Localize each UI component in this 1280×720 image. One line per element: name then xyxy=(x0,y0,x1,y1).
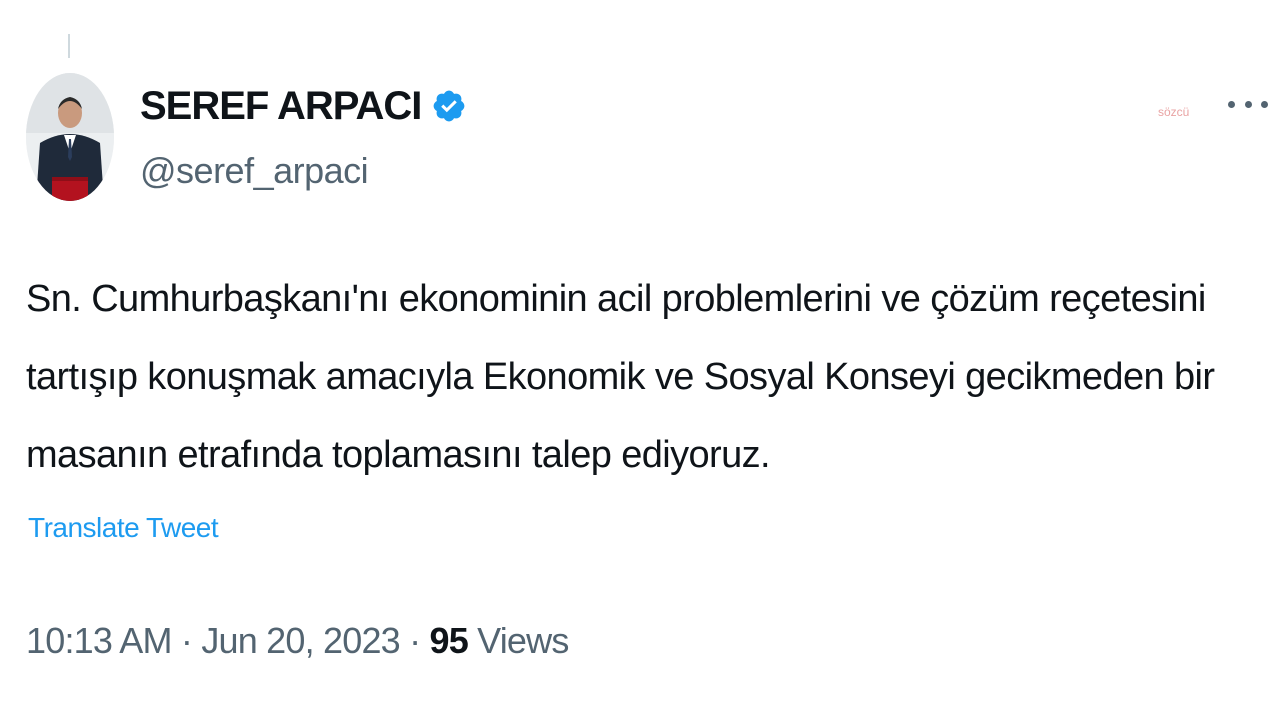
tweet-text-line: tartışıp konuşmak amacıyla Ekonomik ve S… xyxy=(26,356,1215,398)
avatar[interactable] xyxy=(26,73,114,201)
verified-badge-icon xyxy=(431,88,467,124)
dot xyxy=(1244,100,1252,108)
tweet-date[interactable]: Jun 20, 2023 xyxy=(201,620,400,661)
tweet-text: Sn. Cumhurbaşkanı'nı ekonominin acil pro… xyxy=(26,260,1266,494)
dot xyxy=(1228,100,1235,108)
tweet-meta: 10:13 AM · Jun 20, 2023 · 95 Views xyxy=(26,620,569,662)
tweet-text-line: Sn. Cumhurbaşkanı'nı ekonominin acil pro… xyxy=(26,278,1206,320)
views-count: 95 xyxy=(429,620,469,661)
separator: · xyxy=(409,620,421,661)
display-name[interactable]: SEREF ARPACI xyxy=(140,84,422,129)
author-name-row[interactable]: SEREF ARPACI xyxy=(140,80,467,132)
dot xyxy=(1261,100,1268,108)
avatar-photo xyxy=(26,73,114,201)
translate-tweet-link[interactable]: Translate Tweet xyxy=(28,512,219,544)
tweet-text-line: masanın etrafında toplamasını talep ediy… xyxy=(26,434,771,476)
tweet-time[interactable]: 10:13 AM xyxy=(26,620,173,661)
more-horizontal-icon[interactable] xyxy=(1228,92,1268,116)
thread-line xyxy=(68,34,70,58)
separator: · xyxy=(180,620,193,661)
author-handle[interactable]: @seref_arpaci xyxy=(140,150,369,192)
views-label: Views xyxy=(477,620,569,661)
tweet-card: SEREF ARPACI @seref_arpaci sözcü Sn. Cum… xyxy=(0,0,1280,720)
watermark-text: sözcü xyxy=(1158,105,1190,119)
